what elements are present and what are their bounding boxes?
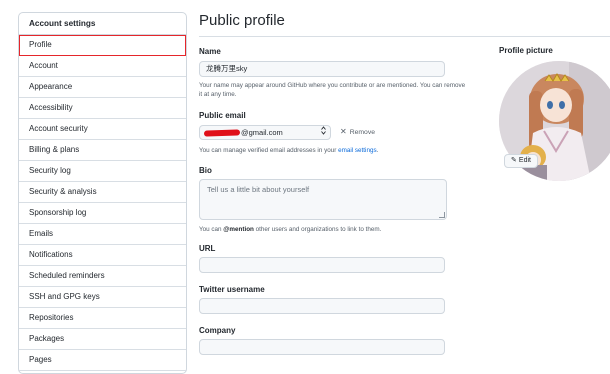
bio-help-text: You can @mention other users and organiz… [199,225,469,234]
public-email-value: @gmail.com [241,128,283,137]
public-email-select[interactable]: @gmail.com [199,125,331,140]
sidebar-item-emails[interactable]: Emails [19,224,186,245]
pencil-icon: ✎ [511,157,517,164]
sidebar-item-security-analysis[interactable]: Security & analysis [19,182,186,203]
sidebar-heading: Account settings [19,13,186,35]
remove-label: Remove [349,129,376,136]
sidebar-item-account[interactable]: Account [19,56,186,77]
page-title: Public profile [199,12,285,29]
bio-help-suffix: other users and organizations to link to… [253,226,382,233]
name-help-text: Your name may appear around GitHub where… [199,82,466,98]
profile-picture-label: Profile picture [499,46,553,55]
settings-sidebar: Account settings Profile Account Appeara… [18,12,187,374]
edit-avatar-button[interactable]: ✎ Edit [504,154,538,168]
company-input[interactable] [199,339,445,355]
twitter-username-input[interactable] [199,298,445,314]
select-arrows-icon [321,126,326,141]
sidebar-item-pages[interactable]: Pages [19,350,186,371]
sidebar-item-ssh-gpg-keys[interactable]: SSH and GPG keys [19,287,186,308]
bio-placeholder: Tell us a little bit about yourself [207,185,310,194]
sidebar-item-repositories[interactable]: Repositories [19,308,186,329]
twitter-username-label: Twitter username [199,285,265,294]
url-input[interactable] [199,257,445,273]
sidebar-item-packages[interactable]: Packages [19,329,186,350]
sidebar-item-scheduled-reminders[interactable]: Scheduled reminders [19,266,186,287]
remove-email-button[interactable]: ✕ Remove [340,127,375,136]
title-divider [199,36,610,37]
email-help-prefix: You can manage verified email addresses … [199,147,339,154]
sidebar-item-profile[interactable]: Profile [19,35,186,56]
url-label: URL [199,244,216,253]
name-label: Name [199,47,221,56]
sidebar-item-billing[interactable]: Billing & plans [19,140,186,161]
sidebar-item-notifications[interactable]: Notifications [19,245,186,266]
bio-help-prefix: You can [199,226,224,233]
redaction-mark [203,129,241,137]
edit-label: Edit [518,157,531,164]
sidebar-item-appearance[interactable]: Appearance [19,77,186,98]
resize-handle-icon[interactable] [439,212,445,218]
email-settings-link[interactable]: email settings [338,147,377,154]
name-input[interactable]: 龙腾万里sky [199,61,445,77]
sidebar-item-sponsorship-log[interactable]: Sponsorship log [19,203,186,224]
public-email-label: Public email [199,111,246,120]
sidebar-item-accessibility[interactable]: Accessibility [19,98,186,119]
company-label: Company [199,326,236,335]
email-help-suffix: . [376,147,379,154]
bio-help-mention: @mention [223,226,254,233]
bio-label: Bio [199,166,212,175]
public-email-help-text: You can manage verified email addresses … [199,146,469,155]
bio-textarea[interactable]: Tell us a little bit about yourself [199,179,447,220]
sidebar-item-security-log[interactable]: Security log [19,161,186,182]
close-icon: ✕ [340,127,347,136]
sidebar-item-account-security[interactable]: Account security [19,119,186,140]
